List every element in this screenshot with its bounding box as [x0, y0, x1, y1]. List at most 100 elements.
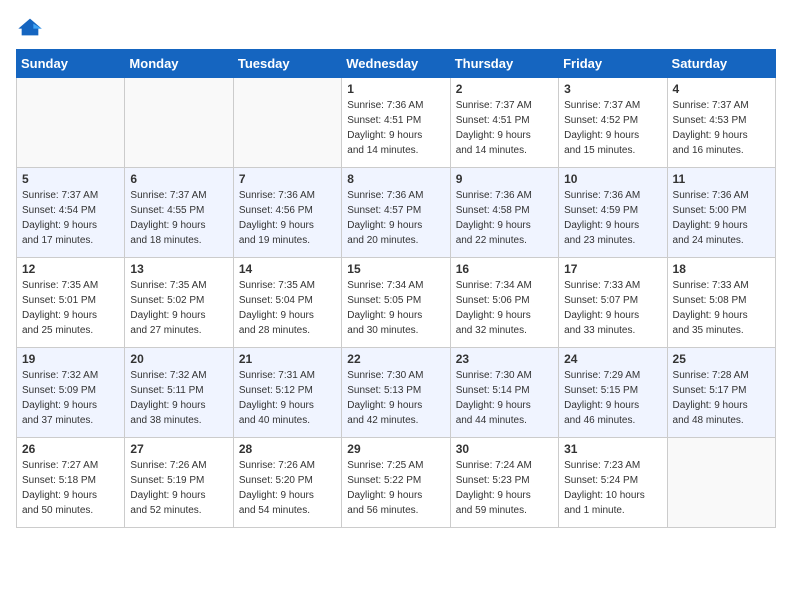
calendar-cell: 11Sunrise: 7:36 AM Sunset: 5:00 PM Dayli… [667, 168, 775, 258]
calendar-cell: 3 Sunrise: 7:37 AM Sunset: 4:52 PM Daylig… [559, 78, 667, 168]
day-number: 7 [239, 172, 336, 186]
calendar-cell: 27 Sunrise: 7:26 AM Sunset: 5:19 PM Dayli… [125, 438, 233, 528]
day-info: Sunrise: 7:34 AM Sunset: 5:05 PM Dayligh… [347, 278, 444, 338]
calendar-cell [125, 78, 233, 168]
calendar-cell: 18 Sunrise: 7:33 AM Sunset: 5:08 PM Dayli… [667, 258, 775, 348]
day-number: 19 [22, 352, 119, 366]
calendar-cell: 6 Sunrise: 7:37 AM Sunset: 4:55 PM Daylig… [125, 168, 233, 258]
day-info: Sunrise: 7:35 AM Sunset: 5:04 PM Dayligh… [239, 278, 336, 338]
calendar-cell: 23Sunrise: 7:30 AM Sunset: 5:14 PM Dayli… [450, 348, 558, 438]
day-info: Sunrise: 7:30 AM Sunset: 5:14 PM Dayligh… [456, 368, 553, 428]
week-row-3: 12Sunrise: 7:35 AM Sunset: 5:01 PM Dayli… [17, 258, 776, 348]
day-info: Sunrise: 7:30 AM Sunset: 5:13 PM Dayligh… [347, 368, 444, 428]
week-row-1: 1 Sunrise: 7:36 AM Sunset: 4:51 PM Daylig… [17, 78, 776, 168]
calendar-cell: 19 Sunrise: 7:32 AM Sunset: 5:09 PM Dayli… [17, 348, 125, 438]
calendar-cell: 31 Sunrise: 7:23 AM Sunset: 5:24 PM Dayli… [559, 438, 667, 528]
calendar-cell: 13 Sunrise: 7:35 AM Sunset: 5:02 PM Dayli… [125, 258, 233, 348]
day-info: Sunrise: 7:28 AM Sunset: 5:17 PM Dayligh… [673, 368, 770, 428]
calendar-cell: 8 Sunrise: 7:36 AM Sunset: 4:57 PM Daylig… [342, 168, 450, 258]
calendar-cell: 2 Sunrise: 7:37 AM Sunset: 4:51 PM Daylig… [450, 78, 558, 168]
day-info: Sunrise: 7:37 AM Sunset: 4:55 PM Dayligh… [130, 188, 227, 248]
day-number: 11 [673, 172, 770, 186]
day-number: 18 [673, 262, 770, 276]
calendar-cell: 21Sunrise: 7:31 AM Sunset: 5:12 PM Dayli… [233, 348, 341, 438]
day-info: Sunrise: 7:34 AM Sunset: 5:06 PM Dayligh… [456, 278, 553, 338]
day-number: 20 [130, 352, 227, 366]
calendar-cell: 25 Sunrise: 7:28 AM Sunset: 5:17 PM Dayli… [667, 348, 775, 438]
day-number: 12 [22, 262, 119, 276]
day-info: Sunrise: 7:25 AM Sunset: 5:22 PM Dayligh… [347, 458, 444, 518]
calendar-cell: 24Sunrise: 7:29 AM Sunset: 5:15 PM Dayli… [559, 348, 667, 438]
day-number: 1 [347, 82, 444, 96]
day-info: Sunrise: 7:37 AM Sunset: 4:51 PM Dayligh… [456, 98, 553, 158]
day-info: Sunrise: 7:26 AM Sunset: 5:19 PM Dayligh… [130, 458, 227, 518]
day-info: Sunrise: 7:32 AM Sunset: 5:11 PM Dayligh… [130, 368, 227, 428]
logo [16, 16, 48, 37]
calendar-cell: 7 Sunrise: 7:36 AM Sunset: 4:56 PM Daylig… [233, 168, 341, 258]
calendar-cell: 22 Sunrise: 7:30 AM Sunset: 5:13 PM Dayli… [342, 348, 450, 438]
day-info: Sunrise: 7:37 AM Sunset: 4:53 PM Dayligh… [673, 98, 770, 158]
header-wednesday: Wednesday [342, 50, 450, 78]
calendar-cell: 4 Sunrise: 7:37 AM Sunset: 4:53 PM Daylig… [667, 78, 775, 168]
calendar-cell: 12Sunrise: 7:35 AM Sunset: 5:01 PM Dayli… [17, 258, 125, 348]
calendar-table: SundayMondayTuesdayWednesdayThursdayFrid… [16, 49, 776, 528]
calendar-cell: 16 Sunrise: 7:34 AM Sunset: 5:06 PM Dayli… [450, 258, 558, 348]
day-number: 13 [130, 262, 227, 276]
header-thursday: Thursday [450, 50, 558, 78]
day-number: 5 [22, 172, 119, 186]
day-number: 8 [347, 172, 444, 186]
day-info: Sunrise: 7:31 AM Sunset: 5:12 PM Dayligh… [239, 368, 336, 428]
day-info: Sunrise: 7:36 AM Sunset: 4:51 PM Dayligh… [347, 98, 444, 158]
day-info: Sunrise: 7:36 AM Sunset: 4:57 PM Dayligh… [347, 188, 444, 248]
day-number: 16 [456, 262, 553, 276]
day-info: Sunrise: 7:36 AM Sunset: 4:56 PM Dayligh… [239, 188, 336, 248]
day-info: Sunrise: 7:23 AM Sunset: 5:24 PM Dayligh… [564, 458, 661, 518]
calendar-cell [667, 438, 775, 528]
day-info: Sunrise: 7:27 AM Sunset: 5:18 PM Dayligh… [22, 458, 119, 518]
day-info: Sunrise: 7:33 AM Sunset: 5:07 PM Dayligh… [564, 278, 661, 338]
calendar-cell: 30 Sunrise: 7:24 AM Sunset: 5:23 PM Dayli… [450, 438, 558, 528]
calendar-cell [233, 78, 341, 168]
calendar-cell: 29 Sunrise: 7:25 AM Sunset: 5:22 PM Dayli… [342, 438, 450, 528]
day-info: Sunrise: 7:32 AM Sunset: 5:09 PM Dayligh… [22, 368, 119, 428]
day-info: Sunrise: 7:37 AM Sunset: 4:54 PM Dayligh… [22, 188, 119, 248]
day-number: 3 [564, 82, 661, 96]
day-info: Sunrise: 7:37 AM Sunset: 4:52 PM Dayligh… [564, 98, 661, 158]
calendar-cell: 28Sunrise: 7:26 AM Sunset: 5:20 PM Dayli… [233, 438, 341, 528]
day-info: Sunrise: 7:35 AM Sunset: 5:02 PM Dayligh… [130, 278, 227, 338]
day-info: Sunrise: 7:29 AM Sunset: 5:15 PM Dayligh… [564, 368, 661, 428]
calendar-cell [17, 78, 125, 168]
header-saturday: Saturday [667, 50, 775, 78]
calendar-header-row: SundayMondayTuesdayWednesdayThursdayFrid… [17, 50, 776, 78]
week-row-5: 26 Sunrise: 7:27 AM Sunset: 5:18 PM Dayli… [17, 438, 776, 528]
day-number: 9 [456, 172, 553, 186]
day-number: 30 [456, 442, 553, 456]
header-monday: Monday [125, 50, 233, 78]
header-sunday: Sunday [17, 50, 125, 78]
day-number: 6 [130, 172, 227, 186]
day-number: 25 [673, 352, 770, 366]
day-number: 14 [239, 262, 336, 276]
week-row-4: 19 Sunrise: 7:32 AM Sunset: 5:09 PM Dayli… [17, 348, 776, 438]
day-number: 26 [22, 442, 119, 456]
day-number: 4 [673, 82, 770, 96]
day-info: Sunrise: 7:36 AM Sunset: 4:58 PM Dayligh… [456, 188, 553, 248]
calendar-cell: 26 Sunrise: 7:27 AM Sunset: 5:18 PM Dayli… [17, 438, 125, 528]
week-row-2: 5 Sunrise: 7:37 AM Sunset: 4:54 PM Daylig… [17, 168, 776, 258]
calendar-cell: 20 Sunrise: 7:32 AM Sunset: 5:11 PM Dayli… [125, 348, 233, 438]
day-number: 31 [564, 442, 661, 456]
logo-icon [16, 17, 44, 37]
day-number: 15 [347, 262, 444, 276]
day-number: 2 [456, 82, 553, 96]
calendar-cell: 10Sunrise: 7:36 AM Sunset: 4:59 PM Dayli… [559, 168, 667, 258]
day-info: Sunrise: 7:33 AM Sunset: 5:08 PM Dayligh… [673, 278, 770, 338]
calendar-cell: 15 Sunrise: 7:34 AM Sunset: 5:05 PM Dayli… [342, 258, 450, 348]
header-tuesday: Tuesday [233, 50, 341, 78]
day-info: Sunrise: 7:24 AM Sunset: 5:23 PM Dayligh… [456, 458, 553, 518]
day-number: 22 [347, 352, 444, 366]
header-friday: Friday [559, 50, 667, 78]
day-number: 10 [564, 172, 661, 186]
day-info: Sunrise: 7:26 AM Sunset: 5:20 PM Dayligh… [239, 458, 336, 518]
day-number: 29 [347, 442, 444, 456]
day-number: 27 [130, 442, 227, 456]
